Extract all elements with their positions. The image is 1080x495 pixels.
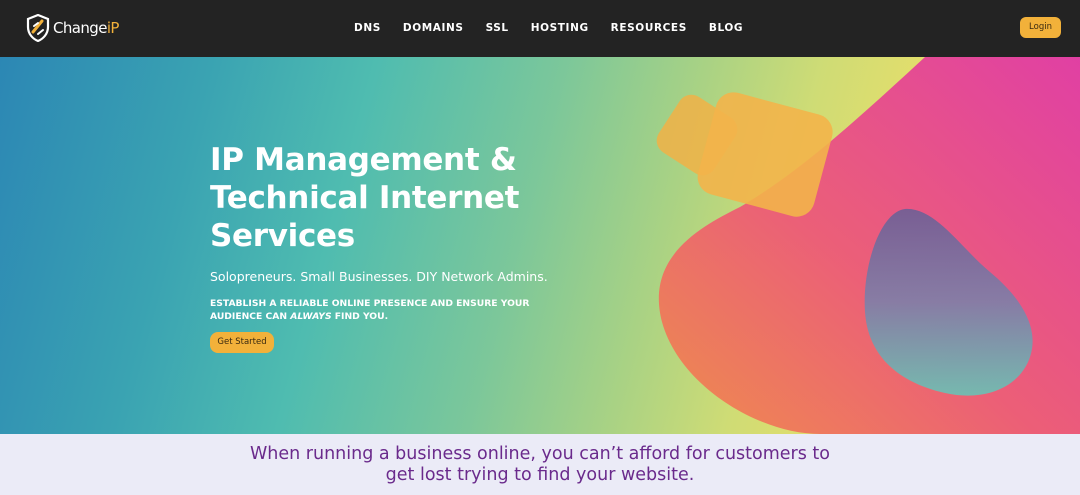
site-header: ChangeiP DNS DOMAINS SSL HOSTING RESOURC… [0,0,1080,57]
nav-item-resources[interactable]: RESOURCES [611,20,687,36]
nav-item-dns[interactable]: DNS [354,20,381,36]
intro-band: When running a business online, you can’… [0,434,1080,495]
brand-name: ChangeiP [53,19,119,37]
brand-logo[interactable]: ChangeiP [26,13,119,43]
nav-item-blog[interactable]: BLOG [709,20,743,36]
intro-text: When running a business online, you can’… [249,444,830,485]
login-button[interactable]: Login [1020,17,1061,38]
hero-tagline: ESTABLISH A RELIABLE ONLINE PRESENCE AND… [210,298,530,322]
main-nav: DNS DOMAINS SSL HOSTING RESOURCES BLOG [344,20,765,36]
nav-item-hosting[interactable]: HOSTING [531,20,589,36]
hero-subtitle: Solopreneurs. Small Businesses. DIY Netw… [210,269,548,284]
hero-section: IP Management & Technical Internet Servi… [0,57,1080,434]
get-started-button[interactable]: Get Started [210,332,274,353]
shield-logo-icon [26,14,50,42]
hero-title: IP Management & Technical Internet Servi… [210,142,520,254]
nav-item-domains[interactable]: DOMAINS [403,20,464,36]
nav-item-ssl[interactable]: SSL [486,20,509,36]
tagline-emphasis: ALWAYS [290,311,332,322]
